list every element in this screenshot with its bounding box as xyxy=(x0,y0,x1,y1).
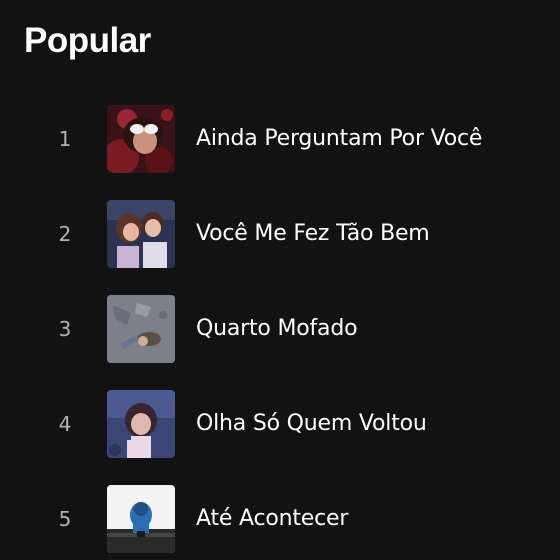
track-title[interactable]: Olha Só Quem Voltou xyxy=(196,390,427,458)
track-title[interactable]: Quarto Mofado xyxy=(196,295,358,363)
track-row[interactable]: 4 Olha Só Quem Voltou xyxy=(0,390,560,458)
album-cover-icon[interactable] xyxy=(107,105,175,173)
track-row[interactable]: 3 Quarto Mofado xyxy=(0,295,560,363)
track-number: 2 xyxy=(58,222,72,246)
track-title[interactable]: Até Acontecer xyxy=(196,485,348,553)
track-number: 3 xyxy=(58,317,72,341)
track-number: 4 xyxy=(58,412,72,436)
track-title[interactable]: Ainda Perguntam Por Você xyxy=(196,105,482,173)
track-row[interactable]: 1 Ainda Perguntam Por Você xyxy=(0,105,560,173)
album-cover-icon[interactable] xyxy=(107,390,175,458)
popular-track-list: 1 Ainda Perguntam Por Você 2 Você Me Fez… xyxy=(0,105,560,560)
album-cover-icon[interactable] xyxy=(107,485,175,553)
track-row[interactable]: 2 Você Me Fez Tão Bem xyxy=(0,200,560,268)
track-number: 1 xyxy=(58,127,72,151)
track-number: 5 xyxy=(58,507,72,531)
album-cover-icon[interactable] xyxy=(107,295,175,363)
track-row[interactable]: 5 Até Acontecer xyxy=(0,485,560,553)
section-title[interactable]: Popular xyxy=(24,18,151,64)
album-cover-icon[interactable] xyxy=(107,200,175,268)
track-title[interactable]: Você Me Fez Tão Bem xyxy=(196,200,430,268)
